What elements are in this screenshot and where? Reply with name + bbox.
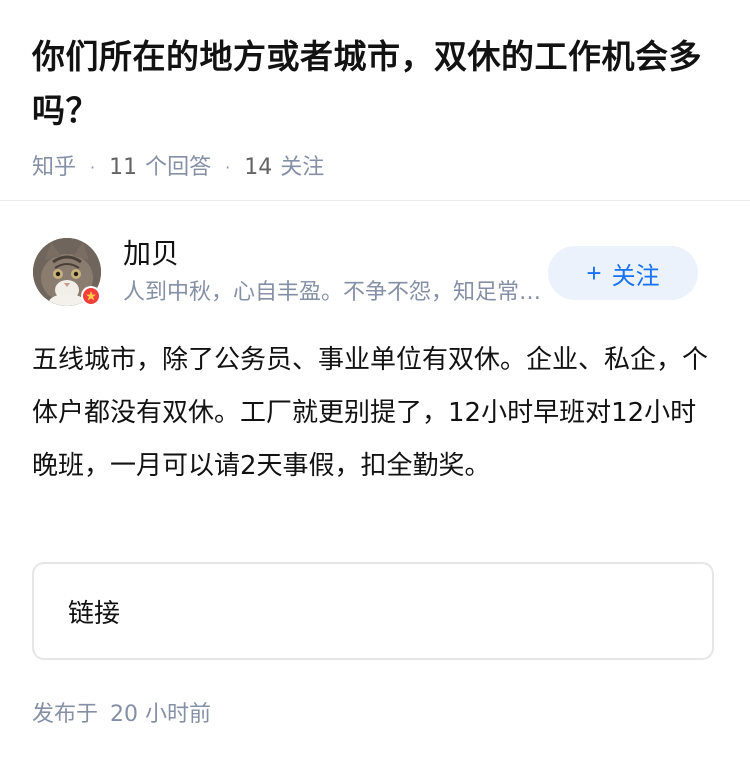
source-label[interactable]: 知乎 <box>32 148 76 188</box>
publish-time-value: 20 小时前 <box>110 702 212 727</box>
follow-button-label: 关注 <box>611 262 660 290</box>
question-title[interactable]: 你们所在的地方或者城市，双休的工作机会多吗？ <box>32 30 722 138</box>
answer-page: 你们所在的地方或者城市，双休的工作机会多吗？ 知乎 · 11 个回答 · 14 … <box>0 0 750 768</box>
answer-count: 11 <box>109 155 138 180</box>
answer-content: 五线城市，除了公务员、事业单位有双休。企业、私企，个体户都没有双休。工厂就更别提… <box>32 345 709 481</box>
follower-count-label: 关注 <box>280 155 325 180</box>
link-card-label: 链接 <box>68 598 121 629</box>
separator-dot: · <box>90 158 96 177</box>
follow-button[interactable]: + 关注 <box>548 246 698 300</box>
divider <box>0 200 750 201</box>
plus-icon: + <box>586 258 602 288</box>
verified-badge-icon <box>81 286 101 306</box>
question-meta: 知乎 · 11 个回答 · 14 关注 <box>32 148 722 188</box>
author-row: 加贝 人到中秋，心自丰盈。不争不怨，知足常乐。 + 关注 <box>33 236 703 308</box>
publish-time: 发布于 20 小时前 <box>32 697 211 733</box>
link-card[interactable]: 链接 <box>32 562 714 660</box>
publish-label: 发布于 <box>32 702 99 727</box>
follower-count: 14 <box>244 155 273 180</box>
separator-dot: · <box>225 158 231 177</box>
question-header: 你们所在的地方或者城市，双休的工作机会多吗？ 知乎 · 11 个回答 · 14 … <box>32 30 722 188</box>
answer-count-label: 个回答 <box>145 155 212 180</box>
author-bio: 人到中秋，心自丰盈。不争不怨，知足常乐。 <box>123 280 543 305</box>
author-name[interactable]: 加贝 <box>123 236 179 272</box>
